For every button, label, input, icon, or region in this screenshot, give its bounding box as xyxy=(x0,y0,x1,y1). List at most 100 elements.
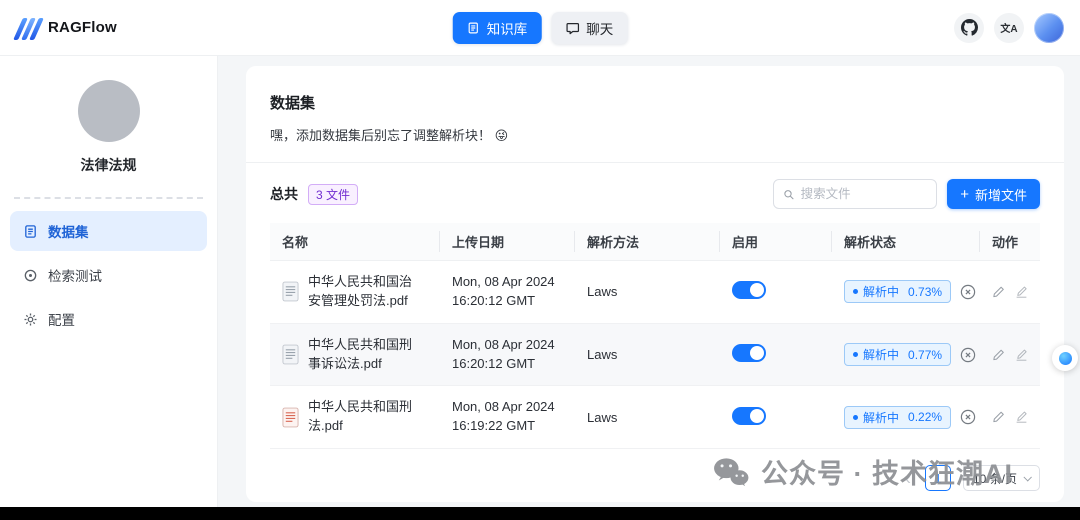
nav-knowledge-base-label: 知识库 xyxy=(487,18,528,38)
file-name[interactable]: 中华人民共和国治安管理处罚法.pdf xyxy=(308,273,424,311)
col-name: 名称 xyxy=(270,223,440,261)
status-percent: 0.77% xyxy=(908,348,942,362)
header-actions: 文A xyxy=(954,13,1064,43)
github-icon xyxy=(961,19,978,36)
chevron-down-icon xyxy=(1023,473,1031,481)
brand: RAGFlow xyxy=(0,16,117,40)
add-file-button-label: 新增文件 xyxy=(975,185,1027,204)
sidebar: 法律法规 数据集 检索测试 配置 xyxy=(0,56,218,507)
cancel-circle-icon xyxy=(960,409,976,425)
upload-date: Mon, 08 Apr 2024 16:20:12 GMT xyxy=(452,273,563,311)
config-gear-icon xyxy=(23,312,38,327)
files-table: 名称 上传日期 解析方法 启用 解析状态 动作 xyxy=(270,223,1040,449)
rename-icon[interactable] xyxy=(1015,410,1028,424)
upload-date: Mon, 08 Apr 2024 16:19:22 GMT xyxy=(452,398,563,436)
parse-status-badge: 解析中 0.77% xyxy=(844,343,951,366)
page-subtitle: 嘿，添加数据集后别忘了调整解析块！ 😜 xyxy=(270,125,1040,144)
watermark-text: 公众号 · 技术狂潮AI xyxy=(761,452,1013,491)
card-divider xyxy=(246,162,1064,163)
edit-icon[interactable] xyxy=(992,410,1005,424)
github-button[interactable] xyxy=(954,13,984,43)
plus-icon: + xyxy=(960,187,969,202)
table-row: 中华人民共和国刑法.pdf Mon, 08 Apr 2024 16:19:22 … xyxy=(270,386,1040,449)
pdf-file-icon xyxy=(282,407,299,428)
status-percent: 0.73% xyxy=(908,285,942,299)
pdf-file-icon xyxy=(282,281,299,302)
floating-helper-button[interactable] xyxy=(1052,345,1078,371)
wink-emoji: 😜 xyxy=(495,128,509,143)
search-input[interactable] xyxy=(801,187,928,201)
cancel-parse-button[interactable] xyxy=(960,409,976,425)
rename-icon[interactable] xyxy=(1015,348,1028,362)
table-row: 中华人民共和国刑事诉讼法.pdf Mon, 08 Apr 2024 16:20:… xyxy=(270,323,1040,386)
status-dot-icon xyxy=(853,415,858,420)
nav-knowledge-base[interactable]: 知识库 xyxy=(453,12,542,44)
rename-icon[interactable] xyxy=(1015,285,1028,299)
parse-method[interactable]: Laws xyxy=(587,410,617,425)
user-avatar[interactable] xyxy=(1034,13,1064,43)
search-box xyxy=(773,179,937,209)
parse-status-badge: 解析中 0.22% xyxy=(844,406,951,429)
dataset-icon xyxy=(23,224,38,239)
upload-date: Mon, 08 Apr 2024 16:20:12 GMT xyxy=(452,336,563,374)
col-parse-method: 解析方法 xyxy=(575,223,720,261)
bottom-bar xyxy=(0,507,1080,520)
layout: 法律法规 数据集 检索测试 配置 xyxy=(0,56,1080,507)
page-subtitle-text: 嘿，添加数据集后别忘了调整解析块！ xyxy=(270,128,491,143)
status-dot-icon xyxy=(853,352,858,357)
toolbar: 总共 3 文件 + 新增文件 xyxy=(270,179,1040,209)
kb-name: 法律法规 xyxy=(0,155,217,175)
sidebar-item-dataset[interactable]: 数据集 xyxy=(10,211,207,251)
file-name[interactable]: 中华人民共和国刑法.pdf xyxy=(308,398,424,436)
enable-switch[interactable] xyxy=(732,281,766,299)
parse-status-badge: 解析中 0.73% xyxy=(844,280,951,303)
col-actions: 动作 xyxy=(980,223,1040,261)
enable-switch[interactable] xyxy=(732,344,766,362)
file-name[interactable]: 中华人民共和国刑事诉讼法.pdf xyxy=(308,336,424,374)
cancel-circle-icon xyxy=(960,347,976,363)
app-header: RAGFlow 知识库 聊天 文A xyxy=(0,0,1080,56)
sidebar-item-retrieval-test-label: 检索测试 xyxy=(48,265,102,285)
status-dot-icon xyxy=(853,289,858,294)
sidebar-menu: 数据集 检索测试 配置 xyxy=(0,211,217,339)
toolbar-left: 总共 3 文件 xyxy=(270,184,358,205)
table-row: 中华人民共和国治安管理处罚法.pdf Mon, 08 Apr 2024 16:2… xyxy=(270,261,1040,324)
cancel-parse-button[interactable] xyxy=(960,347,976,363)
toolbar-right: + 新增文件 xyxy=(773,179,1040,209)
chat-icon xyxy=(565,21,579,35)
status-label: 解析中 xyxy=(863,346,899,363)
kb-avatar xyxy=(78,80,140,142)
file-count-badge: 3 文件 xyxy=(308,184,358,205)
main-nav: 知识库 聊天 xyxy=(453,12,628,44)
edit-icon[interactable] xyxy=(992,285,1005,299)
brand-name: RAGFlow xyxy=(48,19,117,36)
table-header-row: 名称 上传日期 解析方法 启用 解析状态 动作 xyxy=(270,223,1040,261)
language-button[interactable]: 文A xyxy=(994,13,1024,43)
enable-switch[interactable] xyxy=(732,407,766,425)
nav-chat-label: 聊天 xyxy=(586,18,613,38)
helper-dot-icon xyxy=(1059,352,1072,365)
col-parse-status: 解析状态 xyxy=(832,223,980,261)
retrieval-test-icon xyxy=(23,268,38,283)
status-label: 解析中 xyxy=(863,409,899,426)
status-percent: 0.22% xyxy=(908,410,942,424)
sidebar-item-config[interactable]: 配置 xyxy=(10,299,207,339)
status-label: 解析中 xyxy=(863,283,899,300)
parse-method[interactable]: Laws xyxy=(587,284,617,299)
col-enabled: 启用 xyxy=(720,223,832,261)
edit-icon[interactable] xyxy=(992,348,1005,362)
sidebar-item-config-label: 配置 xyxy=(48,309,75,329)
language-icon: 文A xyxy=(1000,20,1017,35)
sidebar-item-dataset-label: 数据集 xyxy=(48,221,89,241)
sidebar-divider xyxy=(14,197,203,199)
parse-method[interactable]: Laws xyxy=(587,347,617,362)
wechat-icon xyxy=(712,456,750,488)
ragflow-logo-icon xyxy=(18,16,39,40)
pdf-file-icon xyxy=(282,344,299,365)
main-area: 数据集 嘿，添加数据集后别忘了调整解析块！ 😜 总共 3 文件 xyxy=(218,56,1080,507)
nav-chat[interactable]: 聊天 xyxy=(551,12,627,44)
add-file-button[interactable]: + 新增文件 xyxy=(947,179,1040,209)
cancel-parse-button[interactable] xyxy=(960,284,976,300)
knowledge-base-icon xyxy=(467,21,480,35)
sidebar-item-retrieval-test[interactable]: 检索测试 xyxy=(10,255,207,295)
